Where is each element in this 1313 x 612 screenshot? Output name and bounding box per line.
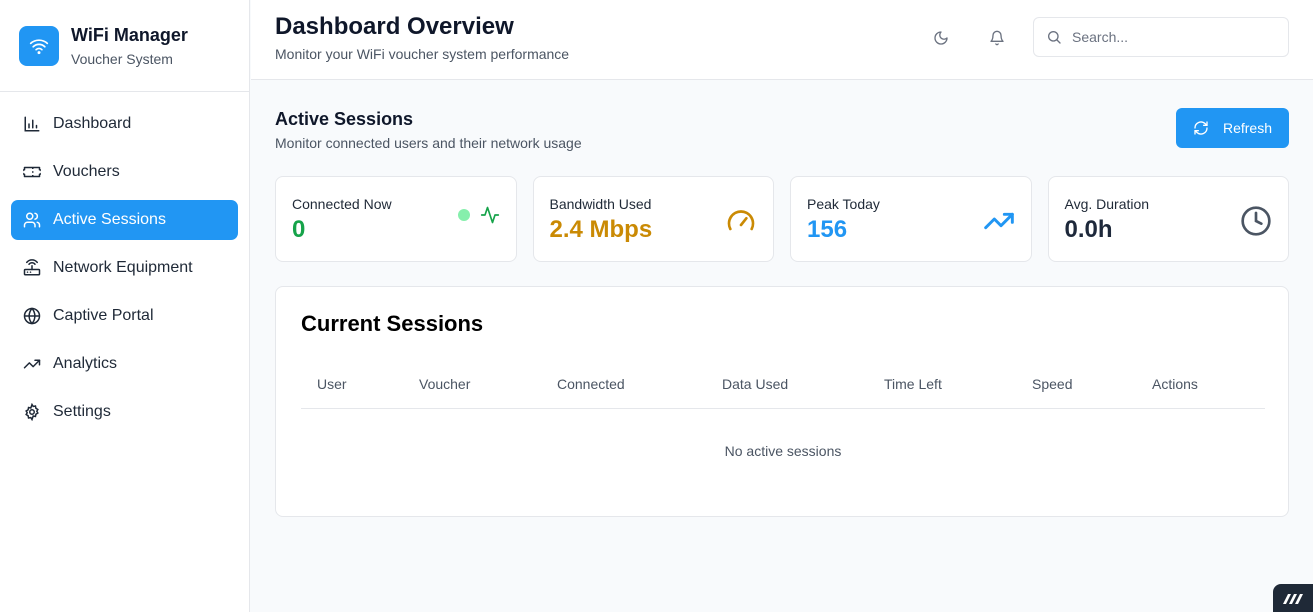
- status-dot: [457, 209, 470, 221]
- sidebar-item-settings[interactable]: Settings: [11, 392, 238, 432]
- section-subtitle: Monitor connected users and their networ…: [275, 135, 582, 151]
- sidebar-item-analytics[interactable]: Analytics: [11, 344, 238, 384]
- stat-value: 0.0h: [1064, 216, 1113, 243]
- sessions-card: Current Sessions User Voucher Connected …: [275, 286, 1289, 517]
- stat-label: Bandwidth Used: [549, 196, 652, 212]
- sidebar-item-network-equipment[interactable]: Network Equipment: [11, 248, 238, 288]
- clock-icon: [1241, 206, 1271, 236]
- column-header-actions: Actions: [1152, 376, 1198, 392]
- wifi-logo-icon: [19, 25, 59, 66]
- sidebar-item-label: Active Sessions: [53, 211, 166, 228]
- sidebar-item-dashboard[interactable]: Dashboard: [11, 104, 238, 144]
- sidebar-item-active-sessions[interactable]: Active Sessions: [11, 200, 238, 240]
- column-header-voucher: Voucher: [419, 376, 471, 392]
- stat-value: 2.4 Mbps: [549, 216, 653, 243]
- sidebar-item-label: Captive Portal: [53, 307, 154, 324]
- sidebar-item-label: Settings: [53, 403, 111, 420]
- activity-icon: [480, 206, 499, 224]
- brand-subtitle: Voucher System: [71, 50, 173, 67]
- column-header-speed: Speed: [1032, 376, 1073, 392]
- trending-up-icon: [23, 359, 41, 369]
- bar-chart-icon: [24, 116, 40, 132]
- sidebar-item-label: Analytics: [53, 355, 118, 372]
- stat-label: Peak Today: [807, 196, 880, 212]
- gear-icon: [25, 403, 39, 421]
- moon-icon: [934, 31, 948, 45]
- refresh-button[interactable]: Refresh: [1176, 108, 1289, 148]
- router-icon: [23, 259, 41, 276]
- trending-up-icon: [983, 212, 1014, 230]
- corner-widget-button[interactable]: [1273, 584, 1313, 612]
- stats-row: Connected Now 0 Bandwidth Used 2.4 Mbps …: [275, 176, 1289, 262]
- sidebar: WiFi Manager Voucher System Dashboard Vo…: [0, 0, 250, 612]
- refresh-icon: [1194, 121, 1208, 135]
- users-icon: [23, 212, 41, 228]
- notifications-button[interactable]: [981, 24, 1013, 52]
- ticket-icon: [23, 166, 41, 178]
- sidebar-item-label: Vouchers: [53, 163, 120, 180]
- logo-mark-icon: [1283, 594, 1303, 604]
- section-title: Active Sessions: [275, 109, 414, 129]
- stat-value: 156: [807, 216, 848, 243]
- stat-card-connected: Connected Now 0: [275, 176, 517, 262]
- globe-icon: [23, 307, 41, 325]
- sidebar-nav: Dashboard Vouchers Active Sessions Netwo…: [0, 92, 249, 452]
- search-icon: [1048, 31, 1061, 44]
- empty-state-message: No active sessions: [724, 443, 842, 459]
- stat-card-peak: Peak Today 156: [790, 176, 1032, 262]
- search-input[interactable]: [1072, 29, 1272, 45]
- table-header: User Voucher Connected Data Used Time Le…: [301, 367, 1265, 409]
- column-header-connected: Connected: [557, 376, 625, 392]
- sessions-title: Current Sessions: [301, 311, 484, 336]
- column-header-data-used: Data Used: [722, 376, 789, 392]
- sidebar-item-label: Dashboard: [53, 115, 132, 132]
- search-box[interactable]: [1033, 17, 1289, 57]
- column-header-user: User: [317, 376, 347, 392]
- column-header-time-left: Time Left: [884, 376, 942, 392]
- bell-icon: [990, 30, 1004, 46]
- brand: WiFi Manager Voucher System: [0, 0, 249, 92]
- stat-card-bandwidth: Bandwidth Used 2.4 Mbps: [532, 176, 774, 262]
- stat-label: Avg. Duration: [1064, 196, 1150, 212]
- stat-value: 0: [292, 216, 306, 243]
- page-title: Dashboard Overview: [275, 13, 514, 40]
- top-bar: Dashboard Overview Monitor your WiFi vou…: [251, 0, 1313, 80]
- theme-toggle-button[interactable]: [925, 24, 957, 52]
- gauge-icon: [727, 210, 755, 231]
- page-subtitle: Monitor your WiFi voucher system perform…: [275, 46, 570, 62]
- sidebar-item-label: Network Equipment: [53, 259, 193, 276]
- brand-title: WiFi Manager: [71, 24, 188, 45]
- sidebar-item-vouchers[interactable]: Vouchers: [11, 152, 238, 192]
- stat-label: Connected Now: [292, 196, 392, 212]
- sidebar-item-captive-portal[interactable]: Captive Portal: [11, 296, 238, 336]
- refresh-label: Refresh: [1222, 120, 1273, 136]
- stat-card-duration: Avg. Duration 0.0h: [1047, 176, 1289, 262]
